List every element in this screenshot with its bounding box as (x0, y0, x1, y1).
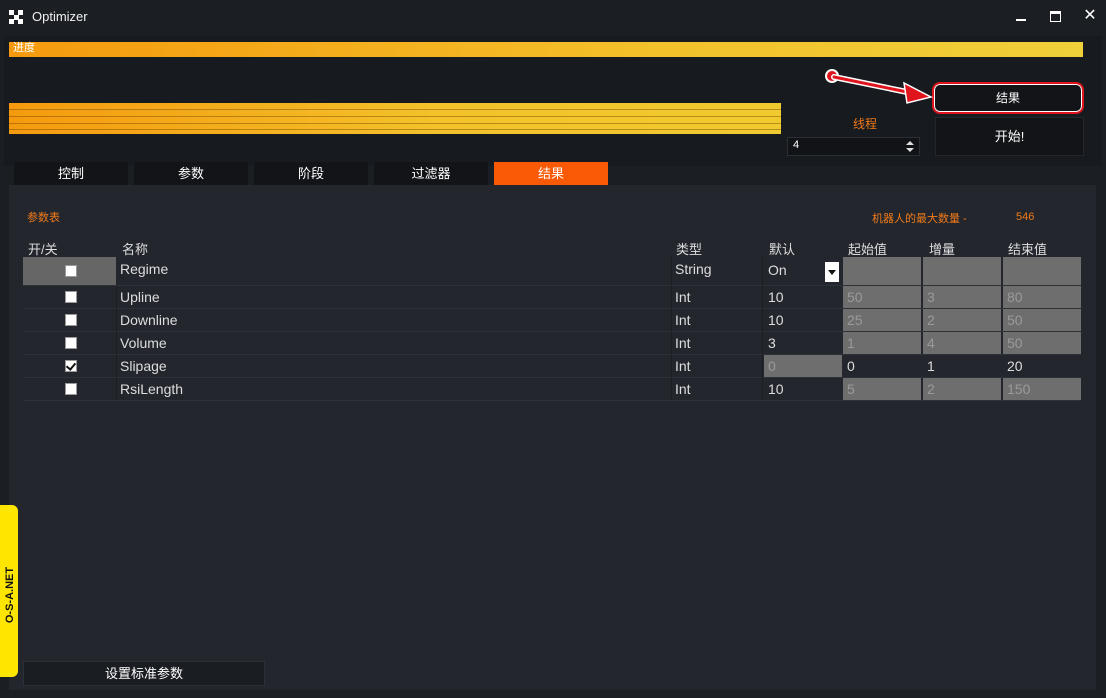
chevron-down-icon[interactable] (825, 262, 839, 282)
start-cell: 1 (843, 332, 921, 354)
step-cell: 2 (923, 309, 1001, 331)
tab-parameters[interactable]: 参数 (134, 162, 248, 186)
progress-bar (9, 42, 1083, 57)
header-step: 增量 (929, 242, 956, 257)
table-row[interactable]: Regime String On (23, 257, 1081, 286)
column-divider (671, 257, 672, 400)
end-cell: 150 (1003, 378, 1081, 400)
enable-checkbox[interactable] (65, 291, 77, 303)
minimize-icon[interactable] (1007, 5, 1035, 27)
enable-checkbox[interactable] (65, 383, 77, 395)
default-cell: 0 (764, 355, 842, 377)
header-start: 起始值 (848, 242, 888, 257)
threads-label: 线程 (853, 117, 878, 131)
start-cell (843, 257, 921, 285)
end-cell: 50 (1003, 332, 1081, 354)
step-cell (923, 257, 1001, 285)
table-row[interactable]: Volume Int 3 1 4 50 (23, 332, 1081, 355)
start-cell: 25 (843, 309, 921, 331)
table-row[interactable]: RsiLength Int 10 5 2 150 (23, 378, 1081, 401)
header-name: 名称 (122, 242, 149, 257)
title-bar: Optimizer ✕ (0, 0, 1106, 34)
step-cell: 4 (923, 332, 1001, 354)
param-name: Slipage (120, 358, 167, 374)
window-title: Optimizer (32, 9, 88, 24)
max-bots-label: 机器人的最大数量 - (872, 213, 967, 225)
column-divider (116, 286, 117, 400)
params-table-title: 参数表 (27, 212, 60, 224)
threads-stepper[interactable]: 4 (787, 137, 920, 156)
table-row[interactable]: Slipage Int 0 0 1 20 (23, 355, 1081, 378)
step-cell: 3 (923, 286, 1001, 308)
param-type: Int (675, 358, 691, 374)
maximize-icon[interactable] (1041, 5, 1069, 27)
param-type: String (675, 261, 712, 277)
start-value[interactable]: 0 (847, 358, 855, 374)
results-button[interactable]: 结果 (932, 82, 1084, 114)
header-type: 类型 (676, 242, 703, 257)
step-value[interactable]: 1 (927, 358, 935, 374)
set-defaults-button[interactable]: 设置标准参数 (23, 661, 265, 686)
table-row[interactable]: Upline Int 10 50 3 80 (23, 286, 1081, 309)
end-cell (1003, 257, 1081, 285)
table-row[interactable]: Downline Int 10 25 2 50 (23, 309, 1081, 332)
enable-checkbox[interactable] (65, 360, 77, 372)
param-type: Int (675, 312, 691, 328)
tab-stages[interactable]: 阶段 (254, 162, 368, 186)
threads-value: 4 (793, 139, 800, 151)
tab-results[interactable]: 结果 (494, 162, 608, 186)
column-divider (762, 257, 763, 400)
param-name: Regime (120, 261, 169, 277)
watermark-badge: O-S-A.NET (0, 505, 18, 677)
step-cell: 2 (923, 378, 1001, 400)
enable-checkbox[interactable] (65, 337, 77, 349)
start-button[interactable]: 开始! (935, 117, 1084, 156)
param-type: Int (675, 381, 691, 397)
start-cell: 50 (843, 286, 921, 308)
param-default[interactable]: 10 (768, 289, 784, 305)
max-bots-value: 546 (1016, 211, 1035, 223)
enable-checkbox[interactable] (65, 314, 77, 326)
start-cell: 5 (843, 378, 921, 400)
tab-filters[interactable]: 过滤器 (374, 162, 488, 186)
tab-control[interactable]: 控制 (14, 162, 128, 186)
close-icon[interactable]: ✕ (1076, 5, 1104, 27)
app-logo-icon (9, 10, 23, 24)
header-onoff: 开/关 (28, 242, 58, 257)
param-type: Int (675, 289, 691, 305)
end-value[interactable]: 20 (1007, 358, 1023, 374)
param-name: RsiLength (120, 381, 184, 397)
chevron-up-icon[interactable] (906, 141, 914, 145)
param-name: Downline (120, 312, 178, 328)
badge-text: O-S-A.NET (4, 566, 16, 624)
header-end: 结束值 (1008, 242, 1048, 257)
param-default[interactable]: On (768, 262, 787, 278)
robot-progress-bars (9, 103, 781, 134)
param-default[interactable]: 10 (768, 381, 784, 397)
enable-checkbox[interactable] (65, 265, 77, 277)
param-name: Volume (120, 335, 167, 351)
param-type: Int (675, 335, 691, 351)
param-default[interactable]: 10 (768, 312, 784, 328)
param-name: Upline (120, 289, 160, 305)
chevron-down-icon[interactable] (906, 148, 914, 152)
progress-label: 进度 (13, 42, 35, 54)
param-default[interactable]: 3 (768, 335, 776, 351)
header-default: 默认 (769, 242, 796, 257)
end-cell: 80 (1003, 286, 1081, 308)
end-cell: 50 (1003, 309, 1081, 331)
